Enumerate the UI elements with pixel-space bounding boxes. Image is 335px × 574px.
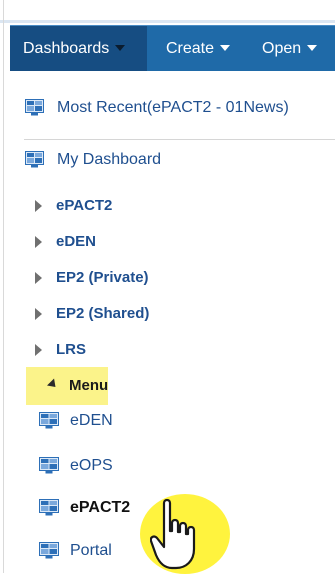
dashboard-icon: [25, 99, 44, 116]
chevron-down-icon: [115, 44, 126, 51]
most-recent-label: Most Recent(ePACT2 - 01News): [57, 99, 289, 116]
triangle-down-icon: [46, 378, 60, 391]
menu-item-label: eDEN: [70, 412, 113, 429]
menu-divider: [24, 139, 335, 140]
menu-item-label: ePACT2: [70, 499, 131, 516]
triangle-right-icon: [35, 236, 42, 248]
my-dashboard-item[interactable]: My Dashboard: [10, 146, 335, 174]
chevron-down-icon: [307, 44, 318, 51]
open-menu-button[interactable]: Open: [249, 26, 335, 71]
open-menu-label: Open: [262, 40, 302, 57]
left-divider: [3, 0, 4, 573]
menu-item-label: eOPS: [70, 457, 113, 474]
create-menu-button[interactable]: Create: [153, 26, 248, 71]
dashboard-icon: [39, 412, 59, 429]
triangle-right-icon: [35, 272, 42, 284]
dashboards-menu-label: Dashboards: [23, 40, 110, 57]
folder-menu[interactable]: Menu: [26, 367, 108, 405]
dashboard-icon: [25, 151, 44, 168]
triangle-right-icon: [35, 200, 42, 212]
dashboards-menu-button[interactable]: Dashboards: [10, 26, 147, 71]
dashboard-icon: [39, 542, 59, 559]
dashboard-icon: [39, 499, 59, 516]
folder-label: eDEN: [56, 233, 97, 250]
folder-label: EP2 (Shared): [56, 305, 150, 322]
top-strip: [0, 0, 335, 23]
triangle-right-icon: [35, 308, 42, 320]
folder-menu-label: Menu: [69, 377, 109, 394]
create-menu-label: Create: [166, 40, 215, 57]
folder-label: LRS: [56, 341, 86, 358]
folder-label: ePACT2: [56, 197, 113, 214]
my-dashboard-label: My Dashboard: [57, 151, 162, 168]
chevron-down-icon: [220, 44, 231, 51]
screenshot-frame: Dashboards Create Open Most Recent(ePACT…: [0, 0, 335, 574]
folder-label: EP2 (Private): [56, 269, 149, 286]
hand-pointer-icon: [150, 498, 196, 570]
menu-bar: Dashboards Create Open: [10, 25, 335, 71]
menu-item-label: Portal: [70, 542, 112, 559]
dashboard-icon: [39, 457, 59, 474]
most-recent-item[interactable]: Most Recent(ePACT2 - 01News): [10, 94, 335, 122]
triangle-right-icon: [35, 344, 42, 356]
